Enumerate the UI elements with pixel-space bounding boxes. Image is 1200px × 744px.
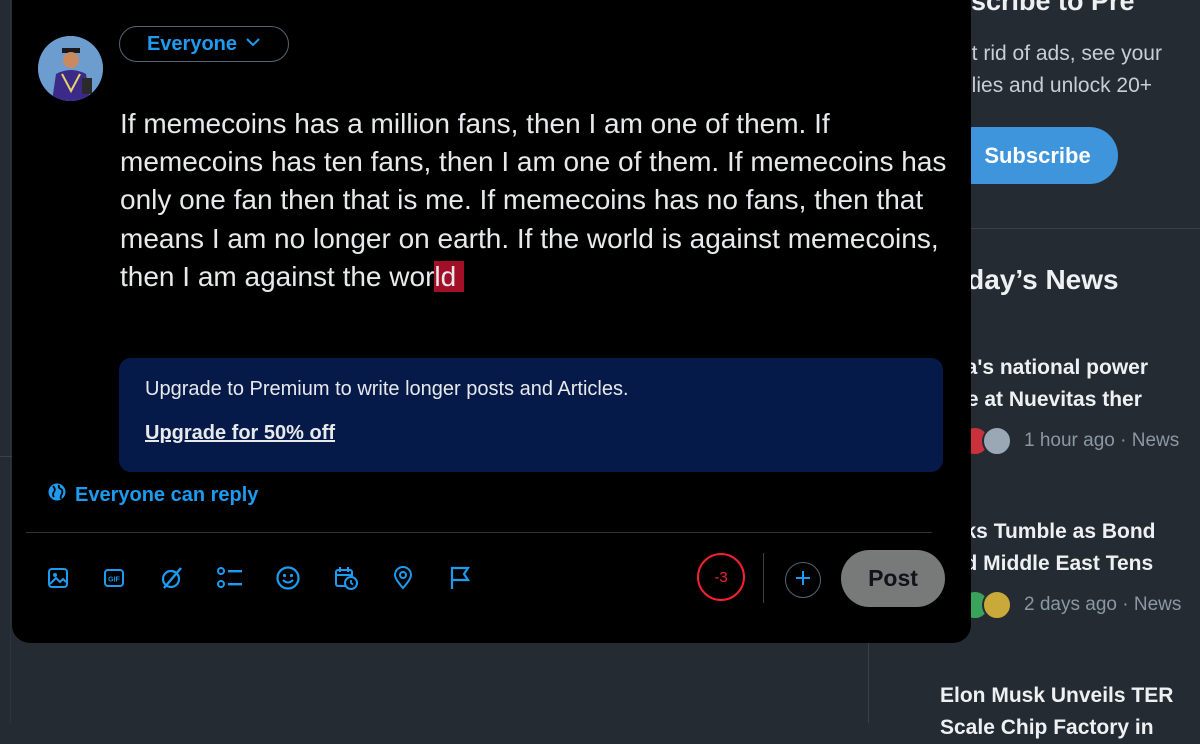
post-button[interactable]: Post	[841, 550, 945, 607]
audience-selector[interactable]: Everyone	[119, 26, 289, 62]
premium-upsell-card: Upgrade to Premium to write longer posts…	[119, 358, 943, 472]
compose-modal: Everyone If memecoins has a million fans…	[12, 0, 971, 643]
news-title: mid Middle East Tens	[940, 552, 1154, 575]
toolbar-divider	[26, 532, 932, 533]
premium-message: Upgrade to Premium to write longer posts…	[145, 378, 629, 400]
avatar	[982, 590, 1012, 620]
avatar-image	[38, 36, 103, 101]
chevron-down-icon	[245, 33, 261, 56]
svg-text:GIF: GIF	[108, 577, 120, 584]
schedule-icon[interactable]	[332, 564, 360, 592]
source-avatars	[960, 426, 1012, 456]
character-counter: -3	[697, 553, 745, 601]
poll-icon[interactable]	[216, 564, 244, 592]
reply-setting-label: Everyone can reply	[75, 483, 259, 506]
news-title: ocks Tumble as Bond	[940, 520, 1156, 543]
upgrade-link[interactable]: Upgrade for 50% off	[145, 422, 335, 445]
over-limit-text: ld	[434, 260, 457, 292]
globe-icon	[47, 482, 67, 508]
flag-icon[interactable]	[446, 564, 474, 592]
subscribe-description: et rid of ads, see your plies and unlock…	[960, 38, 1200, 102]
reply-setting-button[interactable]: Everyone can reply	[47, 482, 258, 508]
subscribe-desc-line: et rid of ads, see your	[960, 42, 1162, 65]
over-limit-highlight	[456, 260, 464, 292]
news-item[interactable]: Elon Musk Unveils TER Scale Chip Factory…	[940, 680, 1200, 744]
toolbar-separator	[763, 553, 764, 603]
compose-body: Everyone If memecoins has a million fans…	[12, 0, 971, 643]
audience-label: Everyone	[146, 32, 238, 55]
gif-icon[interactable]: GIF	[100, 564, 128, 592]
post-text: If memecoins has a million fans, then I …	[120, 108, 947, 292]
subscribe-desc-line: plies and unlock 20+	[960, 74, 1153, 97]
news-title: lure at Nuevitas ther	[940, 388, 1142, 411]
post-text-area[interactable]: If memecoins has a million fans, then I …	[120, 105, 950, 296]
news-title: uba's national power	[940, 356, 1149, 379]
news-timestamp: 2 days ago · News	[1024, 594, 1182, 615]
news-timestamp: 1 hour ago · News	[1024, 430, 1180, 451]
grok-icon[interactable]	[158, 564, 186, 592]
emoji-icon[interactable]	[274, 564, 302, 592]
news-title: Scale Chip Factory in	[940, 716, 1154, 739]
image-icon[interactable]	[44, 564, 72, 592]
page-divider	[10, 0, 11, 723]
news-item[interactable]: uba's national power lure at Nuevitas th…	[940, 352, 1200, 456]
news-item[interactable]: ocks Tumble as Bond mid Middle East Tens…	[940, 516, 1200, 620]
source-avatars	[960, 590, 1012, 620]
location-icon[interactable]	[389, 564, 417, 592]
column-divider	[868, 642, 869, 723]
plus-icon	[794, 569, 812, 592]
avatar[interactable]	[38, 36, 103, 101]
news-header: oday’s News	[950, 264, 1119, 295]
avatar	[982, 426, 1012, 456]
news-meta: 1 hour ago · News	[940, 426, 1200, 456]
news-title: Elon Musk Unveils TER	[940, 684, 1174, 707]
add-post-button[interactable]	[785, 562, 821, 598]
news-meta: 2 days ago · News	[940, 590, 1200, 620]
